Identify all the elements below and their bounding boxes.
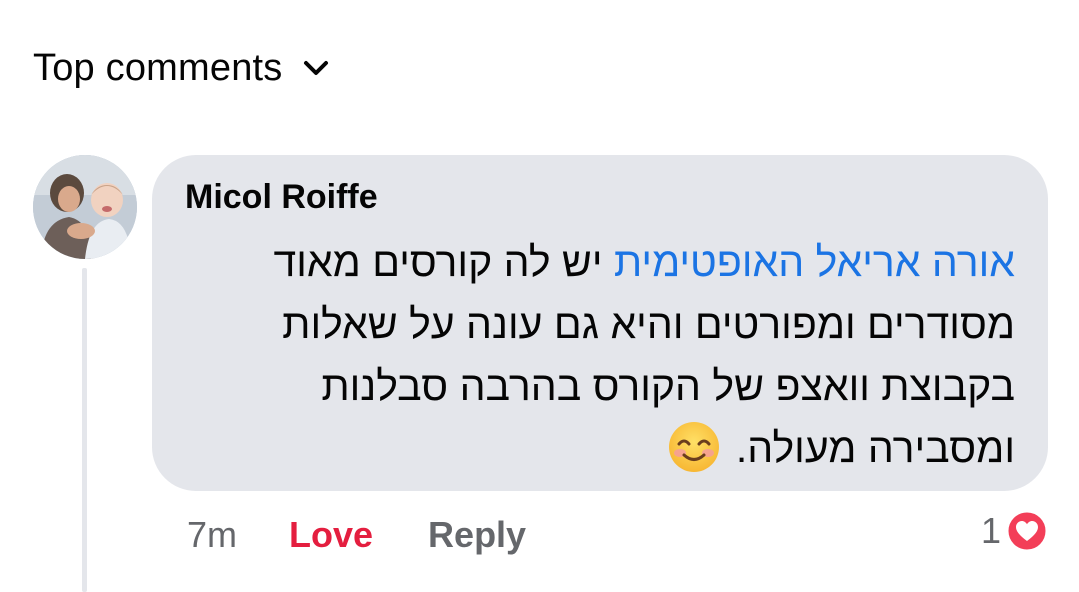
comment-author[interactable]: Micol Roiffe xyxy=(185,178,378,217)
comment-timestamp[interactable]: 7m xyxy=(187,514,237,556)
comment-text-line-3: בקבוצת וואצפ של הקורס בהרבה סבלנות xyxy=(321,363,1015,409)
comment-text: אורה אריאל האופטימית יש לה קורסים מאוד מ… xyxy=(175,231,1015,479)
comment-text-fragment: יש לה קורסים מאוד xyxy=(273,239,614,285)
thread-line xyxy=(82,268,87,592)
reaction-count: 1 xyxy=(980,510,1001,551)
reaction-summary[interactable]: 1 xyxy=(981,506,1049,556)
smiling-face-with-smiling-eyes-icon xyxy=(667,420,721,474)
reply-button[interactable]: Reply xyxy=(428,514,526,556)
user-mention-link[interactable]: אורה אריאל האופטימית xyxy=(614,239,1015,285)
love-button[interactable]: Love xyxy=(289,514,373,556)
comment-text-line-2: מסודרים ומפורטים והיא גם עונה על שאלות xyxy=(282,301,1015,347)
chevron-down-icon xyxy=(303,58,329,78)
comment-text-line-1: אורה אריאל האופטימית יש לה קורסים מאוד xyxy=(175,231,1015,293)
comment-bubble: Micol Roiffe אורה אריאל האופטימית יש לה … xyxy=(152,155,1048,491)
sort-comments-dropdown[interactable]: Top comments xyxy=(33,44,329,92)
comment-text-line-4: ומסבירה מעולה. xyxy=(175,417,1015,479)
love-reaction-icon xyxy=(1005,509,1049,553)
comment-actions: 7m Love Reply xyxy=(187,510,526,560)
avatar[interactable] xyxy=(33,155,137,259)
comment-text-fragment: ומסבירה מעולה. xyxy=(735,425,1015,471)
sort-label: Top comments xyxy=(33,46,283,89)
